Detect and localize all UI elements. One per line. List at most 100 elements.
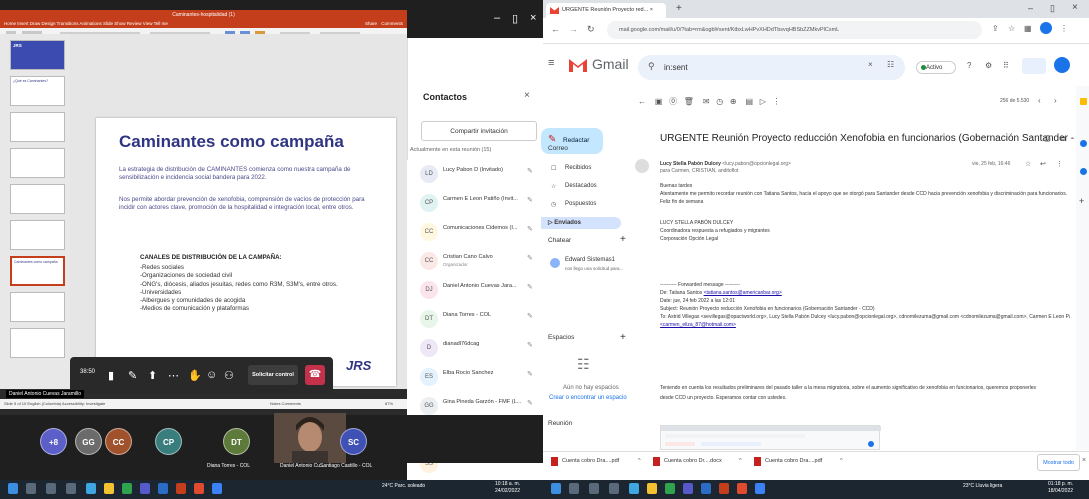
nav-section-mail[interactable]: Correo [548, 145, 568, 152]
new-tab-button[interactable]: + [676, 3, 682, 14]
participants-icon[interactable]: ⚇ [224, 369, 234, 382]
teams-icon[interactable] [683, 483, 693, 494]
participant-bubble[interactable]: SC [340, 428, 367, 455]
chrome-maximize-icon[interactable]: ▯ [1050, 3, 1055, 14]
reply-icon[interactable]: ↩ [1040, 160, 1046, 168]
chrome-icon[interactable] [194, 483, 204, 494]
download-item[interactable]: Cuenta cobro Dra....pdf [562, 458, 619, 464]
download-item[interactable]: Cuenta cobro Dra....pdf [765, 458, 822, 464]
participant-row[interactable]: CC Comunicaciones Cidemos (I... ✎ [407, 218, 543, 248]
reload-icon[interactable]: ↻ [587, 24, 595, 35]
next-message-icon[interactable]: › [1054, 96, 1057, 105]
bookmark-star-icon[interactable]: ☆ [1008, 24, 1015, 33]
participant-row[interactable]: Ddianadl76dcag ✎ [407, 334, 543, 364]
snooze-icon[interactable]: ◷ [716, 97, 723, 106]
account-avatar[interactable] [1054, 57, 1070, 73]
download-chevron-icon[interactable]: ^ [840, 458, 843, 464]
current-slide[interactable]: Caminantes como campaña La estrategia de… [96, 118, 396, 386]
nav-starred[interactable]: Destacados [565, 183, 597, 189]
extensions-icon[interactable]: ▦ [1024, 24, 1032, 33]
powerpoint-icon[interactable] [176, 483, 186, 494]
ppt-menu-items[interactable]: Home Insert Draw Design Transitions Anim… [4, 21, 168, 26]
ppt-comments-button[interactable]: Comments [381, 20, 403, 28]
tasks-icon[interactable] [1080, 168, 1087, 175]
close-downloads-icon[interactable]: × [1082, 457, 1086, 464]
nav-sent[interactable]: ▷ Enviados [541, 217, 621, 229]
nav-section-meeting[interactable]: Reunión [548, 420, 572, 427]
settings-icon[interactable]: ⚙ [985, 61, 992, 70]
slide-thumbnail[interactable]: 9 [10, 328, 65, 358]
slide-thumbnail[interactable]: 4 [10, 148, 65, 178]
delete-icon[interactable]: 🗑 [684, 97, 694, 106]
excel-icon[interactable] [665, 483, 675, 494]
search-icon[interactable] [26, 483, 36, 494]
close-button[interactable]: × [530, 12, 536, 24]
weather-widget[interactable]: 23°C Lluvia ligera [963, 483, 1002, 489]
message-more-icon[interactable]: ⋮ [1056, 160, 1063, 168]
tab-gmail[interactable]: URGENTE Reunión Proyecto red... × [546, 3, 666, 18]
nav-inbox[interactable]: Recibidos [565, 165, 591, 171]
more-actions-icon[interactable]: ⋮ [773, 97, 781, 106]
widgets-icon[interactable] [609, 483, 619, 494]
participant-bubble[interactable]: DT [223, 428, 250, 455]
minimize-button[interactable]: – [494, 12, 500, 24]
new-chat-icon[interactable]: + [620, 234, 626, 245]
participant-bubble[interactable]: GG [75, 428, 102, 455]
archive-icon[interactable]: ▣ [655, 97, 663, 106]
more-icon[interactable]: ⋯ [168, 369, 179, 382]
edge-icon[interactable] [629, 483, 639, 494]
chrome-minimize-icon[interactable]: – [1028, 3, 1033, 13]
chrome-menu-icon[interactable]: ⋮ [1060, 24, 1068, 33]
task-view-icon[interactable] [46, 483, 56, 494]
slide-thumbnail[interactable]: 2¿Qué es Caminantes? [10, 76, 65, 106]
reactions-icon[interactable]: ☺ [206, 369, 217, 381]
file-explorer-icon[interactable] [104, 483, 114, 494]
add-task-icon[interactable]: ⊕ [730, 97, 737, 106]
slide-thumbnail[interactable]: 3 [10, 112, 65, 142]
clock-date[interactable]: 18/04/2022 [1048, 488, 1073, 494]
apps-icon[interactable]: ⠿ [1003, 61, 1009, 70]
slide-thumbnail[interactable]: 8 [10, 292, 65, 322]
back-icon[interactable]: ← [551, 24, 560, 34]
fw-from-email[interactable]: <tatiana.santos@americanbar.org> [704, 290, 782, 296]
word-icon[interactable] [158, 483, 168, 494]
open-new-window-icon[interactable]: ⧉ [1060, 134, 1066, 144]
nav-section-spaces[interactable]: Espacios [548, 334, 574, 341]
gmail-logo-icon[interactable] [568, 57, 588, 72]
ppt-share-button[interactable]: Share [365, 20, 377, 28]
back-to-list-icon[interactable]: ← [638, 97, 646, 106]
maximize-button[interactable]: ▯ [512, 12, 518, 25]
clock-date[interactable]: 24/02/2022 [495, 488, 520, 494]
mail-search-input[interactable]: in:sent [638, 55, 905, 80]
participant-row[interactable]: CP Carmen E Leon Patiño (Invit... ✎ [407, 189, 543, 219]
main-menu-icon[interactable]: ≡ [548, 57, 554, 69]
camera-icon[interactable]: ▮ [108, 369, 114, 382]
search-icon[interactable] [569, 483, 579, 494]
participant-row[interactable]: DJ Daniel Antonio Cuevas Jara... ✎ [407, 276, 543, 306]
powerpoint-icon[interactable] [719, 483, 729, 494]
nav-snoozed[interactable]: Pospuestos [565, 201, 596, 207]
participant-row[interactable]: CC Cristian Cano Calvo Organizador ✎ [407, 247, 543, 277]
move-to-icon[interactable]: ▤ [745, 97, 753, 106]
keep-icon[interactable] [1080, 140, 1087, 147]
url-field[interactable]: mail.google.com/mail/u/0/?tab=rm&ogbl#se… [607, 21, 982, 39]
weather-widget[interactable]: 24°C Parc. soleado [382, 483, 425, 489]
slide-thumbnail[interactable]: 5 [10, 184, 65, 214]
participant-row[interactable]: ES Elba Rocio Sanchez ✎ [407, 363, 543, 393]
share-icon[interactable]: ⬆ [148, 369, 157, 382]
prev-message-icon[interactable]: ‹ [1038, 96, 1041, 105]
profile-avatar[interactable] [1040, 22, 1052, 34]
windows-start-icon[interactable] [8, 483, 18, 494]
show-all-downloads-button[interactable]: Mostrar todo [1037, 454, 1080, 471]
mic-off-icon[interactable]: ✎ [128, 369, 137, 382]
spaces-create-link[interactable]: Crear o encontrar un espacio [549, 395, 627, 401]
slide-thumbnails-panel[interactable]: 1JRS 2¿Qué es Caminantes? 3 4 5 6 7Camin… [0, 34, 70, 389]
print-icon[interactable]: ⎙ [1044, 134, 1050, 144]
share-page-icon[interactable]: ⇪ [992, 24, 999, 33]
participant-bubble[interactable]: +8 [40, 428, 67, 455]
new-space-icon[interactable]: + [620, 332, 626, 343]
slide-thumbnail[interactable]: 1JRS [10, 40, 65, 70]
word-icon[interactable] [701, 483, 711, 494]
chrome-close-icon[interactable]: × [1072, 2, 1078, 13]
calendar-icon[interactable] [1080, 98, 1087, 105]
